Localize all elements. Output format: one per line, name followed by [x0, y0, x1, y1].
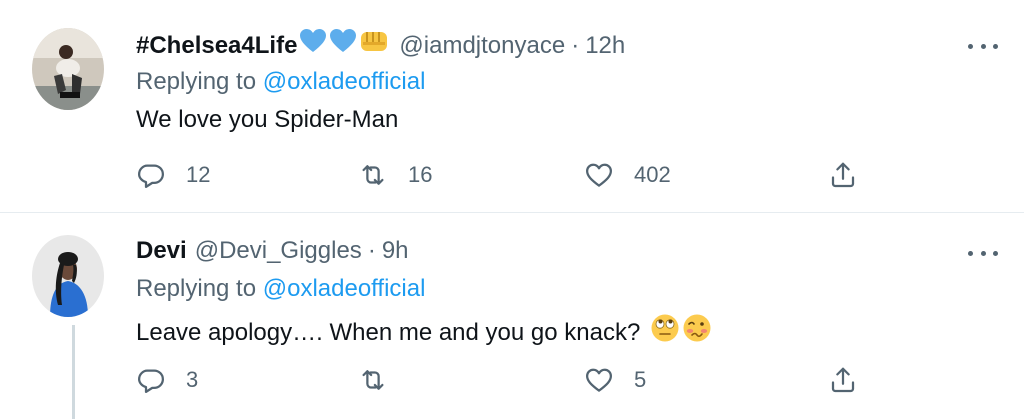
retweet-icon: [362, 370, 384, 390]
thread-line: [72, 325, 75, 419]
woozy-face-icon: [682, 313, 712, 352]
replying-prefix: Replying to: [136, 68, 257, 95]
reply-button[interactable]: 3: [136, 365, 198, 395]
avatar-image: [32, 28, 104, 110]
mention-link[interactable]: @oxladeofficial: [263, 68, 426, 95]
tweet[interactable]: #Chelsea4Life @iamdjtonyace · 12h Replyi…: [0, 0, 1024, 212]
more-options-icon[interactable]: [968, 247, 998, 259]
mention-link[interactable]: @oxladeofficial: [263, 275, 426, 302]
heart-icon: [586, 163, 612, 187]
replying-to: Replying to @oxladeofficial: [136, 66, 425, 98]
tweet-header: #Chelsea4Life @iamdjtonyace · 12h: [136, 28, 625, 63]
handle[interactable]: @Devi_Giggles: [195, 235, 362, 267]
separator-dot: ·: [571, 31, 580, 59]
tweet-text-content: Leave apology…. When me and you go knack…: [136, 318, 641, 346]
share-button[interactable]: [828, 365, 858, 395]
reply-count: 3: [186, 367, 199, 392]
share-icon: [831, 162, 855, 188]
display-name[interactable]: #Chelsea4Life: [136, 30, 297, 62]
replying-to: Replying to @oxladeofficial: [136, 273, 425, 305]
tweet-header: Devi @Devi_Giggles · 9h: [136, 235, 409, 267]
timestamp[interactable]: 12h: [585, 30, 625, 62]
handle[interactable]: @iamdjtonyace: [399, 30, 565, 62]
display-name[interactable]: Devi: [136, 235, 187, 267]
like-button[interactable]: 5: [584, 365, 646, 395]
tweet-text-content: We love you Spider-Man: [136, 106, 399, 133]
share-icon: [831, 367, 855, 393]
retweet-count: 16: [408, 162, 433, 187]
blue-heart-icon: [299, 28, 327, 63]
tweet-text: Leave apology…. When me and you go knack…: [136, 313, 712, 352]
retweet-icon: [362, 165, 384, 185]
tweet[interactable]: Devi @Devi_Giggles · 9h Replying to @oxl…: [0, 213, 1024, 419]
separator-dot: ·: [367, 237, 376, 264]
more-options-icon[interactable]: [968, 40, 998, 52]
reply-icon: [138, 369, 164, 393]
oncoming-fist-icon: [359, 28, 389, 63]
retweet-button[interactable]: 16: [358, 160, 432, 190]
reply-icon: [138, 164, 164, 188]
avatar-image: [32, 235, 104, 317]
like-count: 5: [634, 367, 647, 392]
like-button[interactable]: 402: [584, 160, 671, 190]
timestamp[interactable]: 9h: [382, 235, 409, 267]
blue-heart-icon: [329, 28, 357, 63]
retweet-button[interactable]: [358, 365, 408, 395]
avatar[interactable]: [32, 235, 104, 317]
heart-icon: [586, 368, 612, 392]
share-button[interactable]: [828, 160, 858, 190]
avatar[interactable]: [32, 28, 104, 110]
replying-prefix: Replying to: [136, 275, 257, 302]
reply-button[interactable]: 12: [136, 160, 210, 190]
face-with-rolling-eyes-icon: [650, 313, 680, 352]
tweet-text: We love you Spider-Man: [136, 104, 398, 136]
like-count: 402: [634, 162, 671, 187]
reply-count: 12: [186, 162, 211, 187]
